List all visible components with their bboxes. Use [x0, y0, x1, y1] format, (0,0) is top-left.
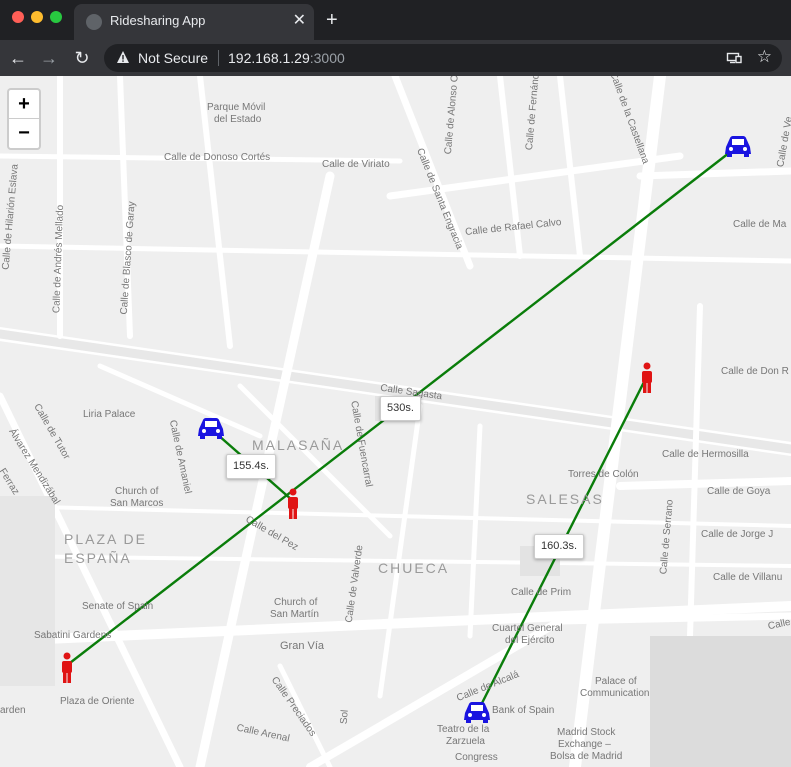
globe-icon: [86, 14, 102, 30]
street-label: del Ejército: [505, 635, 555, 646]
rider-icon[interactable]: [640, 362, 654, 394]
street-label: Calle de Goya: [707, 486, 771, 497]
street-label: Senate of Spain: [82, 601, 154, 612]
street-label: San Martín: [270, 609, 319, 620]
street-label: Sol: [338, 709, 351, 725]
street-label: Calle de Donoso Cortés: [164, 152, 271, 163]
area-label: PLAZA DE: [64, 531, 147, 547]
cast-icon[interactable]: [726, 50, 742, 66]
street-label: Congress: [455, 752, 498, 763]
area-label: CHUECA: [378, 560, 450, 576]
street-label: Plaza de Oriente: [60, 696, 135, 707]
minimize-window-button[interactable]: [31, 11, 43, 23]
street-label: Calle de Villanu: [713, 572, 783, 583]
browser-tab[interactable]: Ridesharing App ✕: [74, 4, 314, 40]
car-icon[interactable]: [196, 416, 226, 440]
rider-icon[interactable]: [286, 488, 300, 520]
street-network: [0, 76, 791, 767]
eta-label: 155.4s.: [226, 454, 277, 479]
address-separator: [218, 50, 219, 66]
street-label: Cuartel General: [492, 623, 563, 634]
rider-icon[interactable]: [60, 652, 74, 684]
area-label: SALESAS: [526, 491, 604, 507]
street-label: Exchange –: [558, 739, 611, 750]
street-label: Liria Palace: [83, 409, 136, 420]
street-label: Madrid Stock: [557, 727, 616, 738]
map-view[interactable]: Parque Móvil del Estado Calle de Donoso …: [0, 76, 791, 767]
browser-toolbar: ← → ↻ Not Secure 192.168.1.29:3000 ☆: [0, 40, 791, 76]
street-label: Bank of Spain: [492, 705, 555, 716]
street-label: Church of: [115, 486, 159, 497]
street-label: Calle de Jorge J: [701, 529, 774, 540]
street-label: Parque Móvil: [207, 102, 266, 113]
street-label: Bolsa de Madrid: [550, 751, 623, 762]
street-label: Calle de Hermosilla: [662, 449, 749, 460]
eta-label: 530s.: [380, 396, 421, 421]
warning-icon[interactable]: [116, 50, 130, 64]
street-label: Gran Vía: [280, 640, 325, 652]
street-label: Calle de Don R: [721, 366, 789, 377]
zoom-control: + −: [7, 88, 41, 150]
url-text[interactable]: 192.168.1.29:3000: [228, 50, 345, 66]
street-label: Palace of: [595, 676, 637, 687]
car-icon[interactable]: [723, 134, 753, 158]
forward-button[interactable]: →: [37, 46, 61, 70]
area-label: ESPAÑA: [64, 550, 132, 566]
close-window-button[interactable]: [12, 11, 24, 23]
close-tab-button[interactable]: ✕: [293, 11, 306, 31]
street-label: Torres de Colón: [568, 469, 639, 480]
url-host: 192.168.1.29: [228, 50, 310, 66]
tab-title: Ridesharing App: [110, 13, 206, 28]
street-label: Teatro de la: [437, 724, 490, 735]
security-label[interactable]: Not Secure: [138, 50, 208, 66]
street-label: Communication: [580, 688, 650, 699]
street-label: arden: [0, 705, 26, 716]
street-label: Zarzuela: [446, 736, 485, 747]
street-label: Sabatini Gardens: [34, 630, 112, 641]
street-label: San Marcos: [110, 498, 164, 509]
url-port: :3000: [309, 50, 345, 66]
reload-button[interactable]: ↻: [70, 46, 94, 70]
street-label: Calle de Prim: [511, 587, 572, 598]
new-tab-button[interactable]: +: [326, 8, 338, 32]
maximize-window-button[interactable]: [50, 11, 62, 23]
street-label: del Estado: [214, 114, 262, 125]
address-bar[interactable]: Not Secure 192.168.1.29:3000 ☆: [104, 44, 782, 72]
back-button[interactable]: ←: [6, 46, 30, 70]
car-icon[interactable]: [462, 700, 492, 724]
street-label: Church of: [274, 597, 318, 608]
browser-tab-bar: Ridesharing App ✕ +: [0, 0, 791, 40]
eta-label: 160.3s.: [534, 534, 585, 559]
area-label: MALASAÑA: [252, 437, 345, 453]
bookmark-star-icon[interactable]: ☆: [757, 47, 772, 67]
zoom-out-button[interactable]: −: [9, 119, 39, 147]
street-label: Calle de Ma: [733, 219, 787, 230]
street-label: Calle de Viriato: [322, 159, 390, 170]
zoom-in-button[interactable]: +: [9, 90, 39, 119]
